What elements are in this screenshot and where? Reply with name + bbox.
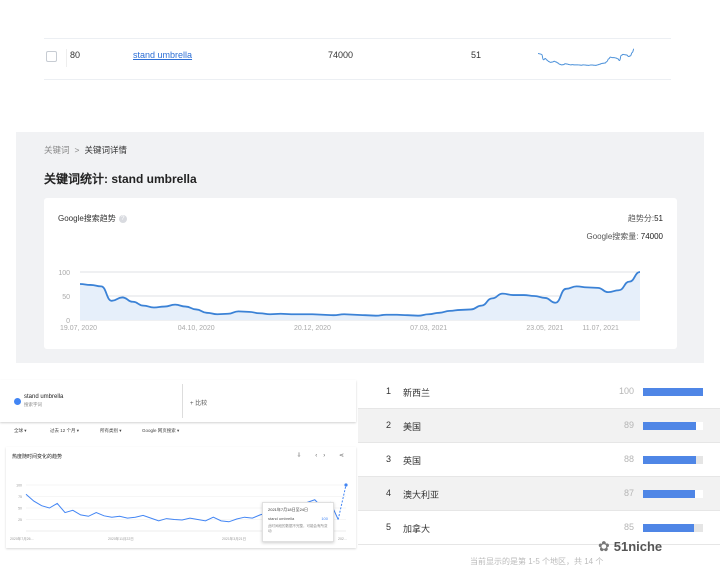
chart-tooltip: 2021年7月18日至24日 stand umbrella 100 此时间段的数… xyxy=(262,502,334,542)
trend-score-summary: 趋势分:51 xyxy=(628,213,663,224)
trends-filters: 全球 ▾ 过去 12 个月 ▾ 所有类别 ▾ Google 网页搜索 ▾ xyxy=(0,422,356,442)
region-rank: 1 xyxy=(386,386,392,396)
region-name[interactable]: 英国 xyxy=(403,454,421,467)
trend-sparkline xyxy=(537,48,635,66)
google-trend-chart: 100 50 019.07, 2020 04.10, 2020 20.12, 2020 0… xyxy=(58,270,641,332)
chart-action-icons[interactable]: ⇩ ‹› ⋖ xyxy=(297,452,350,459)
trends-term-sub: 搜索字词 xyxy=(24,402,42,407)
region-bar-track xyxy=(643,456,703,464)
region-bar xyxy=(643,490,696,498)
row-checkbox[interactable] xyxy=(46,51,57,62)
column-divider xyxy=(66,49,67,67)
x-tick-label: 2020年7月26... xyxy=(10,536,34,541)
region-name[interactable]: 美国 xyxy=(403,420,421,433)
region-row: 4 澳大利亚 87 xyxy=(358,477,720,511)
x-tick-label: 07.03, 2021 xyxy=(410,325,447,332)
volume-value: 74000 xyxy=(640,232,663,241)
search-volume: 74000 xyxy=(328,50,354,60)
x-tick-label: 04.10, 2020 xyxy=(178,325,215,332)
region-name[interactable]: 新西兰 xyxy=(403,386,430,399)
x-tick-label: 2020年11月22日 xyxy=(108,536,134,541)
breadcrumb: 关键词 > 关键词详情 xyxy=(44,144,127,156)
region-bar-track xyxy=(643,422,703,430)
y-tick-label: 25 xyxy=(18,518,22,522)
interest-last-point xyxy=(344,483,348,487)
region-row: 2 美国 89 xyxy=(358,409,720,443)
search-volume-summary: Google搜索量: 74000 xyxy=(586,231,663,242)
tooltip-note: 此时间段的数据不完整，可能会有所变动 xyxy=(268,524,328,533)
keyword-table-row[interactable]: 80 stand umbrella 74000 51 xyxy=(44,38,671,80)
watermark: ✿ 51niche xyxy=(598,538,662,555)
y-tick-label: 100 xyxy=(58,270,70,277)
keyword-link[interactable]: stand umbrella xyxy=(133,50,192,60)
region-rank: 4 xyxy=(386,488,392,498)
y-tick-label: 50 xyxy=(18,507,22,511)
filter-region[interactable]: 全球 ▾ xyxy=(14,428,27,434)
region-row: 1 新西兰 100 xyxy=(358,375,720,409)
breadcrumb-separator: > xyxy=(74,145,80,155)
y-tick-label: 75 xyxy=(18,495,22,499)
tooltip-date: 2021年7月18日至24日 xyxy=(268,507,309,512)
region-rank: 2 xyxy=(386,420,392,430)
help-icon[interactable]: ? xyxy=(118,214,127,223)
region-rank: 5 xyxy=(386,522,392,532)
x-tick-label: 19.07, 2020 xyxy=(60,325,97,332)
wechat-icon: ✿ xyxy=(598,538,610,554)
compare-button[interactable]: + 比较 xyxy=(190,398,207,407)
card-title: Google搜索趋势? xyxy=(58,213,127,224)
score-value: 51 xyxy=(654,214,663,223)
trends-term[interactable]: stand umbrella xyxy=(24,394,63,400)
region-bar xyxy=(643,388,703,396)
trend-score: 51 xyxy=(471,50,482,60)
region-bar-track xyxy=(643,524,703,532)
region-bar xyxy=(643,422,697,430)
volume-label: Google搜索量: xyxy=(586,232,639,241)
x-tick-label: 2021年3月21日 xyxy=(222,536,246,541)
interest-title: 热度随时间变化的趋势 xyxy=(12,454,63,460)
region-rank: 3 xyxy=(386,454,392,464)
region-list: 1 新西兰 100 2 美国 89 3 英国 88 4 澳大利亚 87 5 加拿… xyxy=(358,375,720,547)
region-bar-track xyxy=(643,388,703,396)
x-tick-label: 202... xyxy=(338,537,347,541)
divider xyxy=(182,384,183,418)
region-bar xyxy=(643,456,696,464)
trends-term-bar: stand umbrella 搜索字词 + 比较 xyxy=(0,380,356,422)
region-bar xyxy=(643,524,694,532)
filter-time[interactable]: 过去 12 个月 ▾ xyxy=(50,428,79,434)
region-value: 88 xyxy=(623,454,634,464)
keyword-detail-panel: 关键词 > 关键词详情 关键词统计: stand umbrella 100 50 0 19… xyxy=(16,132,704,363)
region-value: 100 xyxy=(618,386,634,396)
region-name[interactable]: 加拿大 xyxy=(403,522,430,535)
watermark-text: 51niche xyxy=(613,539,663,554)
region-value: 85 xyxy=(623,522,634,532)
tooltip-term: stand umbrella xyxy=(268,516,295,521)
region-value: 87 xyxy=(623,488,634,498)
breadcrumb-root[interactable]: 关键词 xyxy=(44,145,70,155)
trend-card: 100 50 0 19.07, 2020 04.10, 2020 20.12, 2020 0… xyxy=(44,198,677,349)
region-row: 3 英国 88 xyxy=(358,443,720,477)
row-rank: 80 xyxy=(70,50,81,60)
breadcrumb-current: 关键词详情 xyxy=(84,145,127,155)
y-tick-label: 100 xyxy=(16,484,22,488)
y-tick-label: 50 xyxy=(62,294,70,301)
x-tick-label: 11.07, 2021 xyxy=(582,325,619,332)
y-tick-label: 0 xyxy=(66,318,70,325)
x-tick-label: 23.05, 2021 xyxy=(526,325,563,332)
tooltip-value: 100 xyxy=(321,516,328,521)
page-title: 关键词统计: stand umbrella xyxy=(44,172,197,186)
region-footnote: 当前显示的是第 1-5 个地区，共 14 个 xyxy=(470,557,604,566)
filter-category[interactable]: 所有类别 ▾ xyxy=(100,428,122,434)
region-name[interactable]: 澳大利亚 xyxy=(403,488,439,501)
x-tick-label: 20.12, 2020 xyxy=(294,325,331,332)
filter-search-type[interactable]: Google 网页搜索 ▾ xyxy=(142,428,179,434)
card-title-text: Google搜索趋势 xyxy=(58,214,116,223)
interest-partial-line xyxy=(337,484,347,520)
sparkline-line xyxy=(537,48,635,66)
region-bar-track xyxy=(643,490,703,498)
score-label: 趋势分: xyxy=(627,214,655,223)
region-row: 5 加拿大 85 xyxy=(358,511,720,545)
region-value: 89 xyxy=(623,420,634,430)
term-color-dot xyxy=(14,398,21,405)
